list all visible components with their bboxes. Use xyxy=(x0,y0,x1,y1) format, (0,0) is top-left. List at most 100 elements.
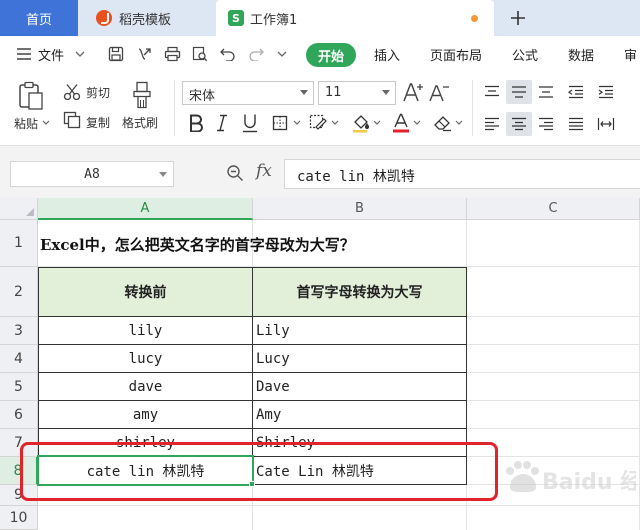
tab-daoke-templates[interactable]: 稻壳模板 xyxy=(82,0,212,36)
font-color-icon[interactable] xyxy=(390,112,412,134)
quick-access-chevron-icon[interactable] xyxy=(272,44,292,64)
cell-b4[interactable]: Lucy xyxy=(253,345,466,372)
bold-icon[interactable] xyxy=(186,112,206,134)
unsaved-dot-icon xyxy=(471,15,478,22)
align-bottom-icon[interactable] xyxy=(534,80,558,104)
paste-button[interactable] xyxy=(16,80,46,112)
name-box[interactable]: A8 xyxy=(10,161,174,187)
column-header-c[interactable]: C xyxy=(467,198,640,220)
font-name-chevron-icon xyxy=(300,90,308,95)
tab-workbook[interactable]: S 工作簿1 xyxy=(216,0,494,36)
increase-indent-icon[interactable] xyxy=(594,80,618,104)
row-header-6[interactable]: 6 xyxy=(0,401,38,429)
zoom-search-icon[interactable] xyxy=(226,164,244,186)
menu-review[interactable]: 审 xyxy=(624,45,637,64)
font-color-chevron-icon[interactable] xyxy=(412,118,422,128)
tab-home[interactable]: 首页 xyxy=(0,0,78,36)
new-tab-button[interactable] xyxy=(506,6,530,30)
menu-data[interactable]: 数据 xyxy=(568,45,594,64)
clipboard-icon xyxy=(19,81,43,110)
font-size-chevron-icon xyxy=(382,90,390,95)
menu-file[interactable]: 文件 xyxy=(38,45,64,64)
align-middle-icon[interactable] xyxy=(506,80,532,104)
scissors-icon[interactable] xyxy=(62,82,82,102)
row-header-5[interactable]: 5 xyxy=(0,373,38,401)
cell-a4[interactable]: lucy xyxy=(39,345,252,372)
save-icon[interactable] xyxy=(106,44,126,64)
tab-daoke-label: 稻壳模板 xyxy=(119,12,172,28)
menu-start-tab[interactable]: 开始 xyxy=(306,43,356,67)
align-left-icon[interactable] xyxy=(480,112,504,136)
name-box-chevron-icon xyxy=(159,172,167,177)
clear-format-eraser-icon[interactable] xyxy=(432,112,454,134)
file-dropdown-chevron-icon[interactable] xyxy=(70,44,90,64)
cell-a2-header[interactable]: 转换前 xyxy=(39,268,252,316)
font-size-value: 11 xyxy=(325,85,342,100)
align-right-icon[interactable] xyxy=(534,112,558,136)
cell-b6[interactable]: Amy xyxy=(253,401,466,428)
format-painter-icon[interactable] xyxy=(130,80,154,110)
menu-bar: 文件 开始 插入 页面布局 公式 数据 审 xyxy=(0,36,640,74)
tab-bar: 首页 稻壳模板 S 工作簿1 xyxy=(0,0,640,36)
copy-button[interactable]: 复制 xyxy=(86,114,110,131)
ribbon-divider xyxy=(174,80,175,136)
cell-a6[interactable]: amy xyxy=(39,401,252,428)
justify-icon[interactable] xyxy=(564,112,588,136)
select-all-corner[interactable] xyxy=(0,198,38,220)
cell-a5[interactable]: dave xyxy=(39,373,252,400)
menu-page-layout[interactable]: 页面布局 xyxy=(430,45,482,64)
column-header-a[interactable]: A xyxy=(38,198,253,220)
increase-font-size-icon[interactable] xyxy=(402,80,424,104)
baidu-jingyan-watermark: Baidu 经验 xyxy=(506,461,636,495)
borders-chevron-icon[interactable] xyxy=(292,118,302,128)
underline-icon[interactable] xyxy=(240,112,260,134)
daoke-logo-icon xyxy=(96,10,112,26)
annotation-highlight-box xyxy=(20,442,498,501)
row-header-10[interactable]: 10 xyxy=(0,506,38,530)
hamburger-menu-icon[interactable] xyxy=(14,44,34,64)
column-header-b[interactable]: B xyxy=(253,198,467,220)
paste-dropdown-chevron-icon[interactable] xyxy=(41,118,51,128)
print-preview-icon[interactable] xyxy=(190,44,210,64)
cell-b3[interactable]: Lily xyxy=(253,317,466,344)
font-name-select[interactable]: 宋体 xyxy=(182,81,314,105)
clear-format-chevron-icon[interactable] xyxy=(454,118,464,128)
font-size-select[interactable]: 11 xyxy=(318,81,396,105)
decrease-indent-icon[interactable] xyxy=(564,80,588,104)
print-icon[interactable] xyxy=(162,44,182,64)
cell-a1-title[interactable]: Excel中，怎么把英文名字的首字母改为大写？ xyxy=(40,234,355,255)
row-header-3[interactable]: 3 xyxy=(0,317,38,345)
tab-home-label: 首页 xyxy=(25,12,52,28)
cut-button[interactable]: 剪切 xyxy=(86,84,110,101)
cell-style-icon[interactable] xyxy=(308,112,330,134)
distribute-icon[interactable] xyxy=(594,112,618,136)
align-center-icon[interactable] xyxy=(506,112,532,136)
spreadsheet-logo-icon: S xyxy=(228,10,244,26)
redo-icon[interactable] xyxy=(246,44,266,64)
row-header-4[interactable]: 4 xyxy=(0,345,38,373)
menu-formulas[interactable]: 公式 xyxy=(512,45,538,64)
copy-icon[interactable] xyxy=(62,110,82,130)
cell-b2-header[interactable]: 首写字母转换为大写 xyxy=(253,268,466,316)
cell-b5[interactable]: Dave xyxy=(253,373,466,400)
row-header-1[interactable]: 1 xyxy=(0,220,38,267)
insert-function-button[interactable]: fx xyxy=(256,161,272,181)
cell-style-chevron-icon[interactable] xyxy=(330,118,340,128)
undo-icon[interactable] xyxy=(218,44,238,64)
italic-icon[interactable] xyxy=(212,112,232,134)
cell-a3[interactable]: lily xyxy=(39,317,252,344)
watermark-text: Baidu 经验 xyxy=(542,469,636,495)
row-header-2[interactable]: 2 xyxy=(0,267,38,317)
formula-bar: A8 fx cate lin 林凯特 xyxy=(0,146,640,198)
paste-label: 粘贴 xyxy=(14,117,39,131)
borders-icon[interactable] xyxy=(270,112,290,134)
fill-color-chevron-icon[interactable] xyxy=(372,118,382,128)
decrease-font-size-icon[interactable] xyxy=(428,80,450,104)
formula-input[interactable]: cate lin 林凯特 xyxy=(284,159,640,189)
font-name-value: 宋体 xyxy=(189,89,216,104)
format-painter-button[interactable]: 格式刷 xyxy=(122,114,158,131)
align-top-icon[interactable] xyxy=(480,80,504,104)
menu-insert[interactable]: 插入 xyxy=(374,45,400,64)
fill-color-icon[interactable] xyxy=(350,112,372,134)
export-pdf-icon[interactable] xyxy=(134,44,154,64)
